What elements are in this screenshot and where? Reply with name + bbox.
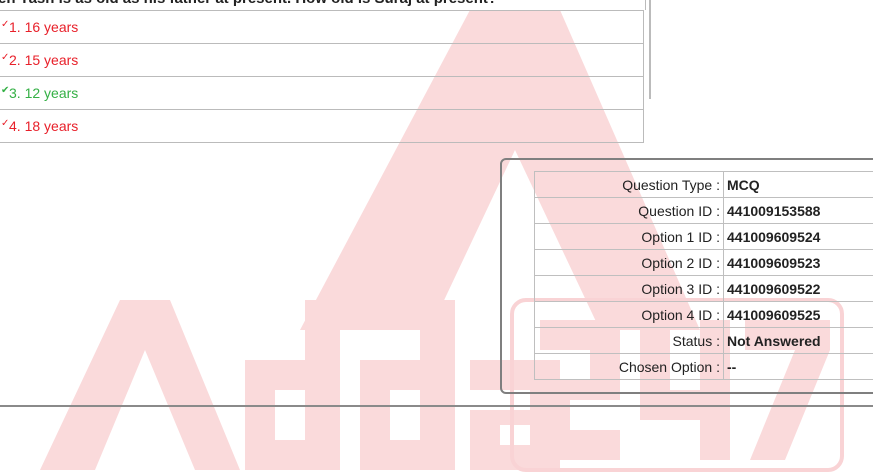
- options-scrollbar[interactable]: [649, 0, 651, 99]
- option-row: ✔3. 12 years: [0, 76, 644, 110]
- info-label: Option 1 ID :: [534, 223, 724, 250]
- info-label: Option 2 ID :: [534, 249, 724, 276]
- question-info-panel: Question Type : MCQ Question ID : 441009…: [500, 158, 873, 394]
- info-label: Question Type :: [534, 171, 724, 198]
- question-info-table: Question Type : MCQ Question ID : 441009…: [534, 171, 873, 380]
- question-block: en Yash is as old as his father at prese…: [0, 0, 646, 143]
- info-value: 441009153588: [723, 197, 873, 224]
- info-row: Option 3 ID : 441009609522: [534, 275, 873, 302]
- wrong-mark-icon: ✓: [1, 118, 10, 129]
- option-label: 4. 18 years: [9, 118, 79, 134]
- option-row: ✓2. 15 years: [0, 43, 644, 77]
- question-text: en Yash is as old as his father at prese…: [0, 0, 646, 10]
- info-row: Question ID : 441009153588: [534, 197, 873, 224]
- info-value: MCQ: [723, 171, 873, 198]
- option-label: 2. 15 years: [9, 52, 79, 68]
- info-label: Chosen Option :: [534, 353, 724, 380]
- options-table: ✓1. 16 years ✓2. 15 years ✔3. 12 years ✓…: [0, 10, 644, 143]
- info-label: Status :: [534, 327, 724, 354]
- info-label: Question ID :: [534, 197, 724, 224]
- info-row: Option 4 ID : 441009609525: [534, 301, 873, 328]
- option-row: ✓1. 16 years: [0, 10, 644, 44]
- wrong-mark-icon: ✓: [1, 19, 10, 30]
- info-row: Status : Not Answered: [534, 327, 873, 354]
- info-row: Option 1 ID : 441009609524: [534, 223, 873, 250]
- wrong-mark-icon: ✓: [1, 52, 10, 63]
- info-row: Option 2 ID : 441009609523: [534, 249, 873, 276]
- option-cell: ✓1. 16 years: [0, 10, 644, 44]
- info-row: Chosen Option : --: [534, 353, 873, 380]
- option-label: 3. 12 years: [9, 85, 79, 101]
- option-row: ✓4. 18 years: [0, 109, 644, 143]
- info-value: --: [723, 353, 873, 380]
- info-label: Option 3 ID :: [534, 275, 724, 302]
- info-label: Option 4 ID :: [534, 301, 724, 328]
- option-cell: ✓2. 15 years: [0, 43, 644, 77]
- correct-tick-icon: ✔: [1, 85, 10, 96]
- info-value: 441009609525: [723, 301, 873, 328]
- info-value: 441009609523: [723, 249, 873, 276]
- option-cell: ✓4. 18 years: [0, 109, 644, 143]
- info-value: Not Answered: [723, 327, 873, 354]
- info-value: 441009609524: [723, 223, 873, 250]
- option-cell: ✔3. 12 years: [0, 76, 644, 110]
- info-value: 441009609522: [723, 275, 873, 302]
- info-row: Question Type : MCQ: [534, 171, 873, 198]
- option-label: 1. 16 years: [9, 19, 79, 35]
- section-divider: [0, 405, 873, 407]
